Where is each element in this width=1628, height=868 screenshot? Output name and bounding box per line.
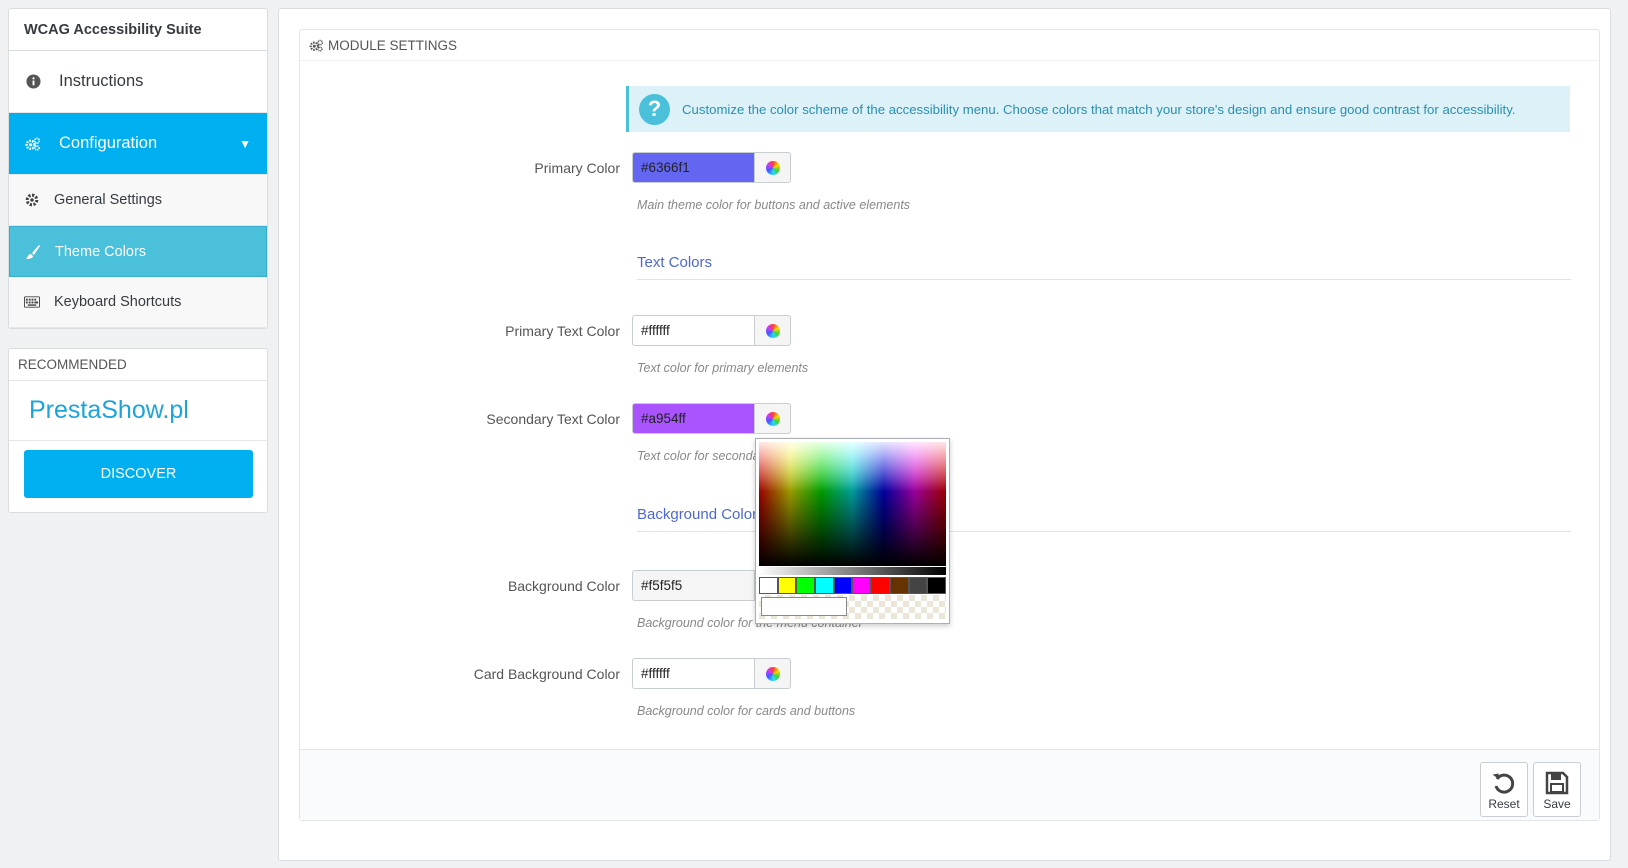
secondary-text-color-picker-button[interactable] [754,403,791,434]
color-swatch[interactable] [833,577,853,594]
reset-label: Reset [1488,796,1520,811]
sidebar-subitem-label: Theme Colors [55,243,147,260]
recommended-heading: RECOMMENDED [9,349,267,381]
color-wheel-icon [764,410,781,427]
module-settings-panel: MODULE SETTINGS ? Customize the color sc… [299,29,1600,821]
color-picker-grayscale-bar[interactable] [759,567,946,575]
color-wheel-icon [764,322,781,339]
keyboard-icon [24,294,40,310]
recommended-brand-link[interactable]: PrestaShow.pl [9,381,267,441]
color-swatch[interactable] [927,577,946,594]
secondary-text-color-label: Secondary Text Color [486,411,620,427]
background-color-label: Background Color [507,578,620,594]
color-swatch[interactable] [759,577,778,594]
save-label: Save [1543,796,1571,811]
color-swatch[interactable] [889,577,909,594]
sidebar-item-instructions[interactable]: Instructions [9,51,267,113]
color-swatch[interactable] [796,577,816,594]
primary-color-input[interactable]: #6366f1 [632,152,754,183]
brush-icon [25,244,41,260]
card-background-color-label: Card Background Color [473,666,620,682]
background-color-input[interactable]: #f5f5f5 [632,570,754,601]
discover-button[interactable]: DISCOVER [24,450,253,498]
caret-down-icon: ▼ [239,137,251,151]
sidebar: WCAG Accessibility Suite Instructions Co… [8,8,268,513]
secondary-text-color-input[interactable]: #a954ff [632,403,754,434]
sidebar-subitem-label: Keyboard Shortcuts [54,294,182,310]
undo-icon [1491,769,1517,797]
color-picker-saturation-area[interactable] [759,442,946,566]
sidebar-subitem-label: General Settings [54,192,163,208]
card-background-color-picker-button[interactable] [754,658,791,689]
card-background-color-input[interactable]: #ffffff [632,658,754,689]
question-icon: ? [639,93,670,125]
color-swatch[interactable] [777,577,797,594]
info-icon [25,74,41,90]
color-swatch[interactable] [815,577,834,594]
cogs-icon [309,39,324,52]
primary-text-color-help: Text color for primary elements [637,361,809,375]
cogs-icon [25,136,41,152]
card-background-color-help: Background color for cards and buttons [637,704,856,718]
sidebar-item-configuration[interactable]: Configuration ▼ [9,113,267,175]
recommended-card: RECOMMENDED PrestaShow.pl DISCOVER [8,348,268,513]
text-colors-section-title: Text Colors [637,254,1571,280]
discover-wrap: DISCOVER [9,441,267,512]
panel-heading: MODULE SETTINGS [300,30,1599,61]
primary-color-picker-button[interactable] [754,152,791,183]
panel-footer: Reset Save [300,749,1599,820]
color-picker-hex-input[interactable] [761,597,847,616]
info-alert: ? Customize the color scheme of the acce… [626,86,1570,132]
sidebar-item-label: Instructions [59,72,144,90]
sidebar-subitem-theme-colors[interactable]: Theme Colors [9,226,267,277]
primary-text-color-picker-button[interactable] [754,315,791,346]
color-picker-swatches [759,577,946,594]
main-content: MODULE SETTINGS ? Customize the color sc… [278,8,1611,861]
color-swatch[interactable] [871,577,890,594]
primary-text-color-input[interactable]: #ffffff [632,315,754,346]
primary-text-color-label: Primary Text Color [505,323,620,339]
sidebar-subitem-keyboard-shortcuts[interactable]: Keyboard Shortcuts [9,277,267,328]
color-wheel-icon [764,159,781,176]
color-swatch[interactable] [852,577,872,594]
save-button[interactable]: Save [1533,762,1581,817]
primary-color-label: Primary Color [534,160,620,176]
secondary-text-color-help: Text color for seconda [637,449,760,463]
color-swatch[interactable] [908,577,928,594]
color-picker-alpha-area[interactable] [759,595,946,619]
app-title: WCAG Accessibility Suite [9,9,267,51]
color-picker-popup[interactable] [755,438,950,624]
alert-text: Customize the color scheme of the access… [682,101,1516,117]
primary-color-help: Main theme color for buttons and active … [637,198,911,212]
panel-title: MODULE SETTINGS [328,37,458,53]
gear-icon [24,192,40,208]
floppy-disk-icon [1545,769,1569,797]
sidebar-nav: WCAG Accessibility Suite Instructions Co… [8,8,268,329]
sidebar-item-label: Configuration [59,134,158,152]
sidebar-subitem-general-settings[interactable]: General Settings [9,175,267,226]
color-wheel-icon [764,665,781,682]
reset-button[interactable]: Reset [1480,762,1528,817]
